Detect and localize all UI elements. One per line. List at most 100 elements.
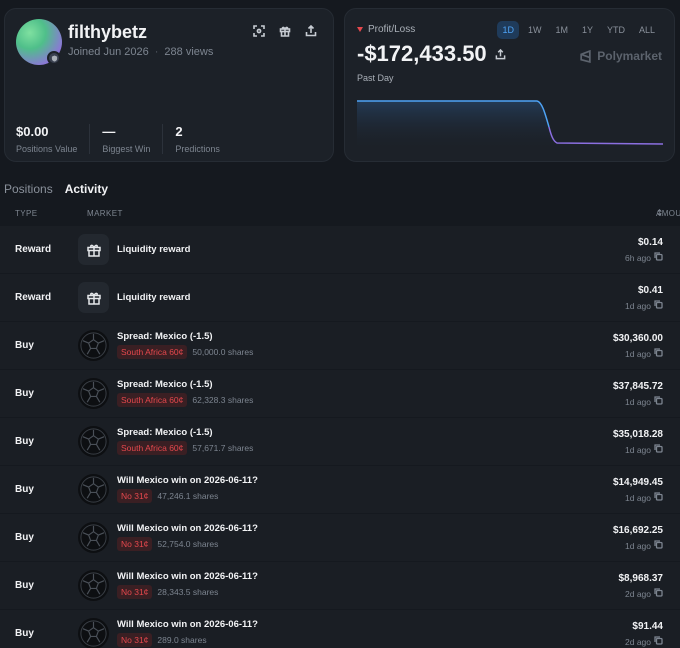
row-amount: $0.41 <box>637 285 663 296</box>
pnl-card: Profit/Loss 1D 1W 1M 1Y YTD ALL -$172,433.50 … <box>344 8 675 162</box>
row-time-text: 1d ago <box>625 396 651 407</box>
row-market-title[interactable]: Liquidity reward <box>117 244 190 255</box>
soccer-ball-icon <box>78 474 109 505</box>
row-position: No 31¢ 28,343.5 shares <box>117 585 218 599</box>
stat-label: Positions Value <box>16 144 78 154</box>
row-position: South Africa 60¢ 62,328.3 shares <box>117 393 253 407</box>
row-amount: $91.44 <box>632 621 663 632</box>
copy-icon[interactable] <box>654 492 663 503</box>
brand-name: Polymarket <box>597 49 662 63</box>
outcome-badge: No 31¢ <box>117 633 153 647</box>
stat-value: — <box>102 124 116 139</box>
copy-icon[interactable] <box>654 588 663 599</box>
soccer-ball-icon <box>78 330 109 361</box>
meta-separator: · <box>154 46 159 58</box>
row-position: South Africa 60¢ 57,671.7 shares <box>117 441 253 455</box>
row-time-text: 2d ago <box>625 636 651 647</box>
table-row[interactable]: Reward Liquidity reward $0.14 6h ago <box>0 226 680 274</box>
row-shares: 62,328.3 shares <box>192 395 254 405</box>
row-type: Buy <box>15 340 34 351</box>
range-tab-1y[interactable]: 1Y <box>577 21 598 39</box>
stat-label: Biggest Win <box>102 144 151 154</box>
range-tab-1d[interactable]: 1D <box>497 21 519 39</box>
soccer-ball-icon <box>78 570 109 601</box>
stat-label: Predictions <box>175 144 220 154</box>
table-row[interactable]: Buy Spread: Mexico (-1.5) South Africa 60¢… <box>0 418 680 466</box>
row-time: 1d ago <box>625 300 663 311</box>
header-market: MARKET <box>87 209 123 218</box>
profile-actions <box>251 23 319 39</box>
row-time-text: 1d ago <box>625 540 651 551</box>
row-time-text: 2d ago <box>625 588 651 599</box>
row-market-title[interactable]: Liquidity reward <box>117 292 190 303</box>
profile-stats: $0.00 Positions Value — Biggest Win 2 Pr… <box>16 124 244 154</box>
soccer-ball-icon <box>78 426 109 457</box>
row-amount: $37,845.72 <box>612 381 663 392</box>
pnl-label-text: Profit/Loss <box>368 24 416 35</box>
row-time-text: 1d ago <box>625 444 651 455</box>
header-amount-sort[interactable]: AMOUNT <box>656 209 680 218</box>
table-row[interactable]: Buy Will Mexico win on 2026-06-11? No 31¢ 2… <box>0 610 680 648</box>
stat-positions-value: $0.00 Positions Value <box>16 124 91 154</box>
stat-value: $0.00 <box>16 124 49 139</box>
copy-icon[interactable] <box>654 444 663 455</box>
profile-tabs: Positions Activity <box>4 182 108 196</box>
gift-icon <box>78 282 109 313</box>
activity-table-header: TYPE MARKET AMOUNT <box>0 209 680 221</box>
copy-icon[interactable] <box>654 396 663 407</box>
polymarket-logo-icon <box>580 49 591 63</box>
copy-icon[interactable] <box>654 300 663 311</box>
header-type: TYPE <box>15 209 38 218</box>
row-amount: $8,968.37 <box>618 573 664 584</box>
row-type: Buy <box>15 388 34 399</box>
table-row[interactable]: Buy Spread: Mexico (-1.5) South Africa 60¢… <box>0 370 680 418</box>
gift-icon[interactable] <box>277 23 293 39</box>
copy-icon[interactable] <box>654 636 663 647</box>
scan-icon[interactable] <box>251 23 267 39</box>
row-shares: 289.0 shares <box>157 635 207 645</box>
pnl-value: -$172,433.50 <box>357 41 506 67</box>
row-market-title[interactable]: Spread: Mexico (-1.5) <box>117 331 213 342</box>
row-time-text: 1d ago <box>625 300 651 311</box>
outcome-badge: South Africa 60¢ <box>117 441 188 455</box>
row-market-title[interactable]: Will Mexico win on 2026-06-11? <box>117 619 258 630</box>
row-market-title[interactable]: Spread: Mexico (-1.5) <box>117 427 213 438</box>
stat-biggest-win: — Biggest Win <box>102 124 164 154</box>
row-market-title[interactable]: Will Mexico win on 2026-06-11? <box>117 523 258 534</box>
outcome-badge: South Africa 60¢ <box>117 393 188 407</box>
range-tabs: 1D 1W 1M 1Y YTD ALL <box>497 21 660 39</box>
tab-positions[interactable]: Positions <box>4 182 53 196</box>
row-amount: $35,018.28 <box>612 429 663 440</box>
pnl-chart <box>357 100 663 151</box>
share-icon[interactable] <box>495 48 506 60</box>
copy-icon[interactable] <box>654 348 663 359</box>
table-row[interactable]: Buy Will Mexico win on 2026-06-11? No 31¢ 2… <box>0 562 680 610</box>
table-row[interactable]: Reward Liquidity reward $0.41 1d ago <box>0 274 680 322</box>
outcome-badge: No 31¢ <box>117 585 153 599</box>
copy-icon[interactable] <box>654 540 663 551</box>
view-count: 288 views <box>164 46 214 58</box>
row-type: Buy <box>15 484 34 495</box>
row-time: 1d ago <box>625 348 663 359</box>
range-tab-1w[interactable]: 1W <box>523 21 547 39</box>
table-row[interactable]: Buy Will Mexico win on 2026-06-11? No 31¢ 5… <box>0 514 680 562</box>
range-tab-all[interactable]: ALL <box>634 21 660 39</box>
header-amount: AMOUNT <box>656 209 680 218</box>
row-market-title[interactable]: Spread: Mexico (-1.5) <box>117 379 213 390</box>
row-amount: $30,360.00 <box>612 333 663 344</box>
row-time: 2d ago <box>625 636 663 647</box>
share-icon[interactable] <box>303 23 319 39</box>
outcome-badge: No 31¢ <box>117 537 153 551</box>
profile-card: filthybetz Joined Jun 2026 · 288 views $… <box>4 8 334 162</box>
joined-date: Joined Jun 2026 <box>68 46 149 58</box>
row-time-text: 1d ago <box>625 348 651 359</box>
copy-icon[interactable] <box>654 252 663 263</box>
tab-activity[interactable]: Activity <box>65 182 108 196</box>
range-tab-ytd[interactable]: YTD <box>602 21 630 39</box>
table-row[interactable]: Buy Will Mexico win on 2026-06-11? No 31¢ 4… <box>0 466 680 514</box>
row-market-title[interactable]: Will Mexico win on 2026-06-11? <box>117 475 258 486</box>
range-tab-1m[interactable]: 1M <box>550 21 573 39</box>
table-row[interactable]: Buy Spread: Mexico (-1.5) South Africa 60¢… <box>0 322 680 370</box>
soccer-ball-icon <box>78 618 109 648</box>
row-market-title[interactable]: Will Mexico win on 2026-06-11? <box>117 571 258 582</box>
